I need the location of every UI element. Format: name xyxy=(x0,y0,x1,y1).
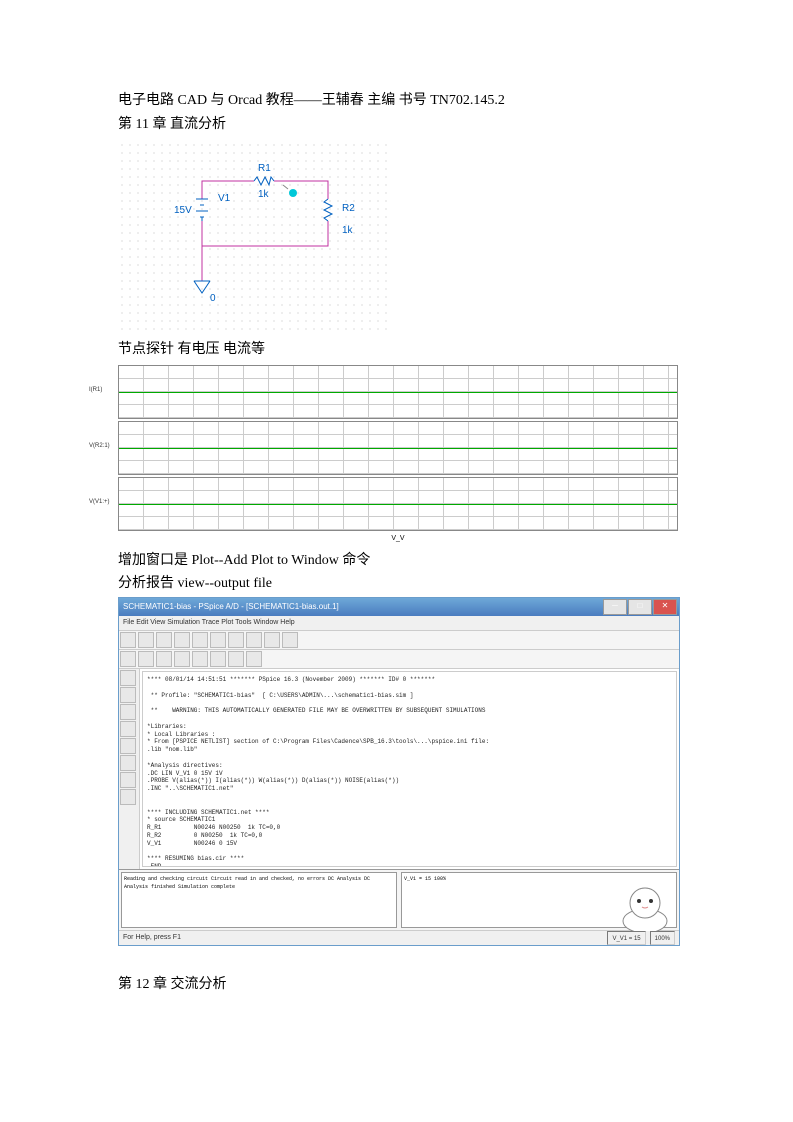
tool-btn[interactable] xyxy=(210,651,226,667)
side-toolbar xyxy=(119,669,140,869)
tool-btn[interactable] xyxy=(246,651,262,667)
document-header: 电子电路 CAD 与 Orcad 教程——王辅春 主编 书号 TN702.145… xyxy=(118,90,675,112)
r1-label: R1 xyxy=(258,161,271,177)
pspice-statusbar: For Help, press F1 V_V1 = 15 100% xyxy=(119,930,679,945)
r1-value: 1k xyxy=(258,187,269,203)
side-btn[interactable] xyxy=(120,738,136,754)
tool-btn[interactable] xyxy=(192,632,208,648)
tool-btn[interactable] xyxy=(228,651,244,667)
tool-btn[interactable] xyxy=(138,651,154,667)
pspice-toolbar-1 xyxy=(119,631,679,650)
gnd-label: 0 xyxy=(210,291,216,307)
status-progress: 100% xyxy=(650,931,675,945)
side-btn[interactable] xyxy=(120,721,136,737)
side-btn[interactable] xyxy=(120,755,136,771)
tool-btn[interactable] xyxy=(156,651,172,667)
simulation-log-panel[interactable]: Reading and checking circuit Circuit rea… xyxy=(121,872,397,928)
minimize-button[interactable]: ─ xyxy=(603,599,627,615)
mascot-icon xyxy=(615,881,675,931)
tool-btn[interactable] xyxy=(156,632,172,648)
tool-btn[interactable] xyxy=(228,632,244,648)
side-btn[interactable] xyxy=(120,704,136,720)
r2-value: 1k xyxy=(342,223,353,239)
pspice-menubar[interactable]: File Edit View Simulation Trace Plot Too… xyxy=(119,616,679,631)
circuit-schematic: R1 1k R2 1k V1 15V 0 xyxy=(118,141,388,331)
window-title-text: SCHEMATIC1-bias - PSpice A/D - [SCHEMATI… xyxy=(123,602,339,611)
chapter-12-title: 第 12 章 交流分析 xyxy=(118,974,675,996)
status-help-text: For Help, press F1 xyxy=(123,931,181,945)
maximize-button[interactable]: □ xyxy=(628,599,652,615)
chapter-11-title: 第 11 章 直流分析 xyxy=(118,114,675,136)
r2-label: R2 xyxy=(342,201,355,217)
side-btn[interactable] xyxy=(120,772,136,788)
tool-btn[interactable] xyxy=(246,632,262,648)
close-button[interactable]: ✕ xyxy=(653,599,677,615)
v1-label: V1 xyxy=(218,191,230,207)
side-btn[interactable] xyxy=(120,789,136,805)
tool-btn[interactable] xyxy=(120,632,136,648)
tool-btn[interactable] xyxy=(174,632,190,648)
output-file-text[interactable]: **** 08/01/14 14:51:51 ******* PSpice 16… xyxy=(142,671,677,867)
pspice-titlebar[interactable]: SCHEMATIC1-bias - PSpice A/D - [SCHEMATI… xyxy=(119,598,679,616)
pspice-window: SCHEMATIC1-bias - PSpice A/D - [SCHEMATI… xyxy=(118,597,680,946)
tool-btn[interactable] xyxy=(264,632,280,648)
tool-btn[interactable] xyxy=(174,651,190,667)
tool-btn[interactable] xyxy=(192,651,208,667)
v1-voltage: 15V xyxy=(174,203,192,219)
pspice-toolbar-2 xyxy=(119,650,679,669)
tool-btn[interactable] xyxy=(120,651,136,667)
probe-description: 节点探针 有电压 电流等 xyxy=(118,339,675,361)
tool-btn[interactable] xyxy=(282,632,298,648)
report-command-text: 分析报告 view--output file xyxy=(118,573,675,595)
status-var: V_V1 = 15 xyxy=(607,931,645,945)
side-btn[interactable] xyxy=(120,670,136,686)
tool-btn[interactable] xyxy=(210,632,226,648)
side-btn[interactable] xyxy=(120,687,136,703)
plot-command-text: 增加窗口是 Plot--Add Plot to Window 命令 xyxy=(118,550,675,572)
tool-btn[interactable] xyxy=(138,632,154,648)
simulation-waveform: I(R1) V(R2:1) V(V1:+) V_V xyxy=(118,365,678,540)
